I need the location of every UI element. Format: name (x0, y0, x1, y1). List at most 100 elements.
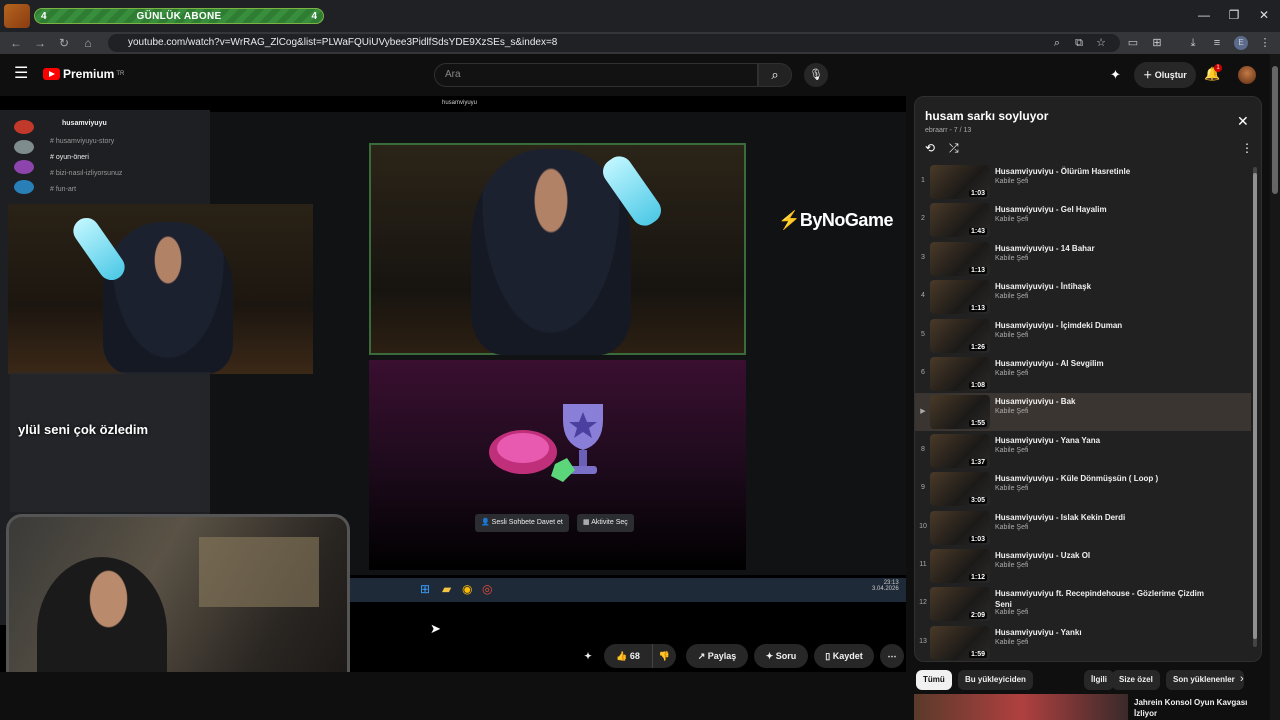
create-button[interactable]: ＋ Oluştur (1134, 62, 1196, 88)
chip-for-you[interactable]: Size özel (1112, 670, 1160, 690)
download-icon[interactable]: ⤓ (1186, 36, 1200, 50)
playlist-item-title[interactable]: Husamviyuviyu - İntihaşk (995, 281, 1215, 292)
playlist-item-thumbnail[interactable]: 1:37 (930, 433, 990, 468)
reactor-webcam (6, 514, 350, 672)
page-scrollbar[interactable] (1270, 54, 1280, 720)
playlist-item-thumbnail[interactable]: 1:08 (930, 357, 990, 391)
recommendation-title[interactable]: Jahrein Konsol Oyun Kavgası İzliyor (1134, 697, 1254, 719)
video-player[interactable]: husamviyuyu husamviyuyu # husamviyuyu-st… (0, 96, 906, 672)
search-button[interactable]: ⌕ (758, 63, 792, 87)
playlist-item-title[interactable]: Husamviyuviyu - Ölürüm Hasretinle (995, 166, 1215, 177)
playlist-header: husam sarkı soyluyor ebraarr - 7 / 13 ✕ … (915, 97, 1261, 161)
playlist-item[interactable]: 9 3:05 Husamviyuviyu - Küle Dönmüşsün ( Lo… (915, 470, 1251, 508)
playlist-item-thumbnail[interactable]: 1:59 (930, 625, 990, 660)
reload-icon[interactable]: ↻ (56, 35, 72, 51)
playlist-item-title[interactable]: Husamviyuviyu - Yankı (995, 627, 1215, 638)
playlist-item-title[interactable]: Husamviyuviyu - Uzak Ol (995, 550, 1215, 561)
recommendation-thumbnail[interactable] (914, 694, 1128, 720)
playlist-item-thumbnail[interactable]: 1:13 (930, 241, 990, 276)
playlist-item[interactable]: 2 1:43 Husamviyuviyu - Gel Hayalim Kabile Ş… (915, 201, 1251, 239)
playlist-item-title[interactable]: Husamviyuviyu - İçimdeki Duman (995, 320, 1215, 331)
youtube-premium-logo[interactable]: Premium TR (43, 67, 124, 81)
playlist-item-title[interactable]: Husamviyuviyu - Küle Dönmüşsün ( Loop ) (995, 473, 1215, 484)
playlist-item-thumbnail[interactable]: 2:09 (930, 587, 990, 622)
activity-select-button[interactable]: ▦ Aktivite Seç (577, 514, 634, 532)
search-input[interactable]: Ara (434, 63, 758, 87)
media-icon[interactable]: ≡ (1210, 36, 1224, 50)
page-scrollbar-thumb[interactable] (1272, 66, 1278, 194)
share-button[interactable]: ↗ Paylaş (686, 644, 748, 668)
extensions-icon[interactable]: ⊞ (1150, 36, 1164, 50)
guide-menu-icon[interactable]: ☰ (14, 66, 30, 82)
chip-all[interactable]: Tümü (916, 670, 952, 690)
chip-from-uploader[interactable]: Bu yükleyiciden (958, 670, 1033, 690)
playlist-item-title[interactable]: Husamviyuviyu - Bak (995, 396, 1215, 407)
close-playlist-icon[interactable]: ✕ (1237, 113, 1249, 130)
back-icon[interactable]: ← (8, 35, 24, 51)
playlist-item-thumbnail[interactable]: 1:26 (930, 318, 990, 353)
playlist-item-thumbnail[interactable]: 1:03 (930, 510, 990, 545)
save-button[interactable]: ▯ Kaydet (814, 644, 874, 668)
playlist-item[interactable]: ▶ 1:55 Husamviyuviyu - Bak Kabile Şefi (915, 393, 1251, 432)
playlist-scrollbar[interactable] (1253, 173, 1257, 639)
minimize-button[interactable]: — (1194, 6, 1214, 24)
browser-toolbar: ← → ↻ ⌂ youtube.com/watch?v=WrRAG_ZlCog&… (0, 32, 1280, 54)
voice-invite-button[interactable]: 👤 Sesli Sohbete Davet et (475, 514, 569, 532)
user-avatar[interactable] (1238, 66, 1256, 84)
playlist-item-title[interactable]: Husamviyuviyu - Al Sevgilim (995, 358, 1215, 369)
shuffle-icon[interactable]: ⤮ (949, 141, 959, 156)
restore-button[interactable]: ❐ (1224, 6, 1244, 24)
playlist-item-thumbnail[interactable]: 1:55 (930, 395, 990, 430)
playlist-item-thumbnail[interactable]: 1:13 (930, 280, 990, 315)
playlist-item-thumbnail[interactable]: 3:05 (930, 472, 990, 507)
playlist-item-title[interactable]: Husamviyuviyu ft. Recepindehouse - Gözle… (995, 588, 1215, 610)
profile-icon[interactable]: E (1234, 36, 1248, 50)
more-actions-icon[interactable]: ⋯ (880, 644, 904, 668)
playlist-item-index: 2 (921, 215, 925, 223)
address-input[interactable]: youtube.com/watch?v=WrRAG_ZlCog&list=PLW… (108, 34, 1120, 52)
loop-icon[interactable]: ⟲ (925, 141, 935, 155)
playlist-item-title[interactable]: Husamviyuviyu - Gel Hayalim (995, 204, 1215, 215)
playlist-item-index: 3 (921, 253, 925, 261)
tab-search-icon[interactable]: ▭ (1126, 36, 1140, 50)
chip-related[interactable]: İlgili (1084, 670, 1114, 690)
like-button[interactable]: 👍 68 (604, 644, 652, 668)
zoom-icon[interactable]: ⌕ (1050, 36, 1064, 50)
home-icon[interactable]: ⌂ (80, 35, 96, 51)
playlist-item-thumbnail[interactable]: 1:43 (930, 203, 990, 238)
playlist-item-title[interactable]: Husamviyuviyu - Islak Kekin Derdi (995, 512, 1215, 523)
playlist-item-thumbnail[interactable]: 1:03 (930, 165, 990, 199)
playlist-item[interactable]: 11 1:12 Husamviyuviyu - Uzak Ol Kabile Şefi (915, 547, 1251, 585)
playlist-item-thumbnail[interactable]: 1:12 (930, 549, 990, 583)
playlist-item[interactable]: 4 1:13 Husamviyuviyu - İntihaşk Kabile Şefi (915, 278, 1251, 316)
playlist-item-title[interactable]: Husamviyuviyu - 14 Bahar (995, 243, 1215, 254)
playlist-item-duration: 1:13 (968, 305, 987, 313)
playlist-more-icon[interactable]: ⋮ (1241, 141, 1253, 155)
playlist-item[interactable]: 8 1:37 Husamviyuviyu - Yana Yana Kabile Şef… (915, 432, 1251, 470)
forward-icon[interactable]: → (32, 35, 48, 51)
playlist-item-duration: 1:03 (968, 535, 987, 543)
dislike-button[interactable]: 👎 (652, 644, 676, 668)
search-icon: ⌕ (771, 67, 779, 82)
bookmark-star-icon[interactable]: ☆ (1094, 36, 1108, 50)
install-app-icon[interactable]: ⧉ (1072, 36, 1086, 50)
playlist-item-title[interactable]: Husamviyuviyu - Yana Yana (995, 435, 1215, 446)
voice-search-button[interactable]: 🎙 (804, 63, 828, 87)
playlist-item[interactable]: 6 1:08 Husamviyuviyu - Al Sevgilim Kabile Ş… (915, 355, 1251, 393)
tab-favicon[interactable] (4, 4, 30, 28)
ask-button[interactable]: ✦ Soru (754, 644, 808, 668)
chip-recent[interactable]: Son yüklenenler (1166, 670, 1244, 690)
reactor-figure (37, 557, 167, 672)
menu-kebab-icon[interactable]: ⋮ (1258, 36, 1272, 50)
premium-star-icon[interactable]: ✦ (1110, 67, 1121, 83)
close-window-button[interactable]: ✕ (1254, 6, 1274, 24)
premium-feature-icon[interactable]: ✦ (576, 644, 600, 668)
playlist-item[interactable]: 3 1:13 Husamviyuviyu - 14 Bahar Kabile Şefi (915, 240, 1251, 278)
playlist-item[interactable]: 1 1:03 Husamviyuviyu - Ölürüm Hasretinle Ka… (915, 163, 1251, 201)
playlist-item[interactable]: 5 1:26 Husamviyuviyu - İçimdeki Duman Kabil… (915, 317, 1251, 355)
playlist-title[interactable]: husam sarkı soyluyor (925, 109, 1048, 123)
playlist-item[interactable]: 13 1:59 Husamviyuviyu - Yankı Kabile Şefi (915, 624, 1251, 661)
playlist-item[interactable]: 10 1:03 Husamviyuviyu - Islak Kekin Derdi K… (915, 509, 1251, 547)
chips-next-icon[interactable]: › (1240, 673, 1244, 685)
playlist-item[interactable]: 12 2:09 Husamviyuviyu ft. Recepindehouse -… (915, 585, 1251, 623)
